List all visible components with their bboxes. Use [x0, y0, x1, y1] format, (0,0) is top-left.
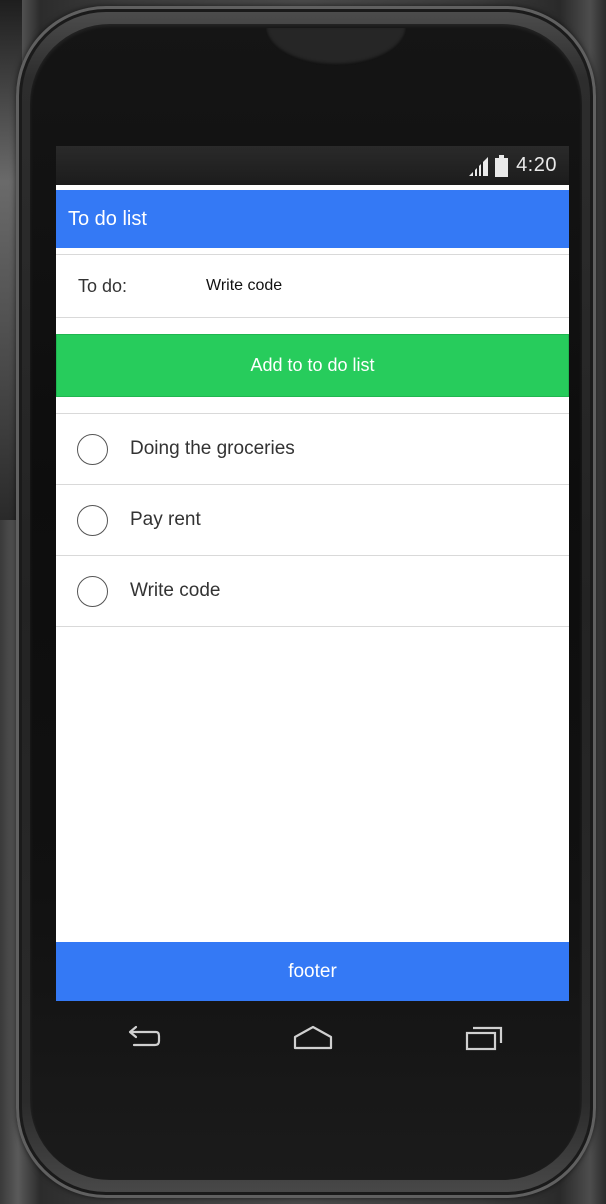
- todo-item-text: Write code: [130, 580, 221, 601]
- todo-item-text: Pay rent: [130, 509, 201, 530]
- battery-icon: [495, 154, 509, 177]
- signal-icon: [467, 155, 489, 177]
- back-icon: [122, 1023, 162, 1058]
- checkbox-circle-icon[interactable]: [77, 433, 108, 465]
- recent-apps-icon: [463, 1023, 505, 1058]
- phone-speaker: [266, 28, 406, 66]
- list-item[interactable]: Write code: [56, 555, 569, 627]
- app-header: To do list: [56, 190, 569, 248]
- todo-item-text: Doing the groceries: [130, 438, 295, 459]
- list-item[interactable]: Doing the groceries: [56, 413, 569, 484]
- status-bar: 4:20: [56, 146, 569, 185]
- navigation-bar: [56, 1005, 569, 1075]
- list-item[interactable]: Pay rent: [56, 484, 569, 555]
- todo-input-row: To do:: [56, 254, 569, 318]
- app-footer: footer: [56, 942, 569, 1001]
- add-todo-button[interactable]: Add to to do list: [56, 334, 569, 397]
- recent-apps-button[interactable]: [444, 1015, 524, 1065]
- checkbox-circle-icon[interactable]: [77, 575, 108, 607]
- home-button[interactable]: [273, 1015, 353, 1065]
- checkbox-circle-icon[interactable]: [77, 504, 108, 536]
- todo-input-label: To do:: [78, 275, 128, 296]
- todo-input[interactable]: [206, 277, 536, 295]
- home-icon: [291, 1023, 335, 1058]
- back-button[interactable]: [102, 1015, 182, 1065]
- page-title: To do list: [68, 207, 147, 230]
- status-time: 4:20: [516, 154, 557, 176]
- app-screen: 4:20 To do list To do: Add to to do list…: [56, 146, 569, 1001]
- todo-list: Doing the groceries Pay rent Write code: [56, 413, 569, 627]
- footer-text: footer: [288, 960, 337, 982]
